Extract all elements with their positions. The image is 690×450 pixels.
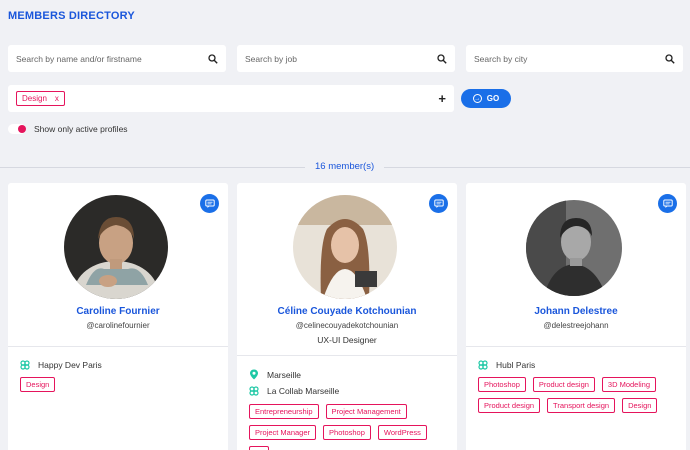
skill-tags: Entrepreneurship Project Management Proj… <box>249 404 449 450</box>
search-icon[interactable] <box>208 53 218 64</box>
community-name: Happy Dev Paris <box>38 360 102 370</box>
skill-tag[interactable]: Product design <box>532 377 595 392</box>
page-title: MEMBERS DIRECTORY <box>8 10 135 22</box>
community-row: La Collab Marseille <box>249 386 339 396</box>
active-profiles-toggle[interactable] <box>8 124 26 134</box>
name-search-input[interactable] <box>16 53 208 64</box>
city-search-input[interactable] <box>474 53 665 64</box>
skill-tag[interactable]: Design <box>20 377 56 392</box>
skill-tag[interactable]: 3D Modeling <box>601 377 657 392</box>
community-icon <box>20 360 30 370</box>
chat-icon <box>662 199 673 208</box>
community-icon <box>478 360 488 370</box>
member-card[interactable]: Caroline Fournier @carolinefournier Happ… <box>8 183 228 450</box>
add-filter-button[interactable]: + <box>438 91 446 106</box>
chat-icon <box>433 199 444 208</box>
skill-tag[interactable]: Photoshop <box>478 377 526 392</box>
member-name[interactable]: Caroline Fournier <box>8 306 228 317</box>
location-pin-icon <box>250 369 258 380</box>
member-handle: @celinecouyadekotchounian <box>295 321 399 330</box>
toggle-knob <box>18 125 26 133</box>
arrow-right-icon: → <box>472 94 482 103</box>
member-name[interactable]: Céline Couyade Kotchounian <box>237 306 457 317</box>
card-divider <box>8 346 228 347</box>
skill-tag[interactable]: Project Management <box>325 404 407 419</box>
tag-filter-box[interactable]: Design x + <box>8 85 454 112</box>
location-row: Marseille <box>249 369 301 380</box>
job-search-box[interactable] <box>237 45 455 72</box>
search-icon[interactable] <box>437 53 447 64</box>
chat-icon <box>204 199 215 208</box>
skill-tag[interactable]: Photoshop <box>323 425 371 440</box>
search-icon[interactable] <box>665 53 675 64</box>
avatar[interactable] <box>293 195 397 299</box>
chip-remove-button[interactable]: x <box>55 94 59 103</box>
location-name: Marseille <box>267 369 302 380</box>
member-handle: @carolinefournier <box>86 321 150 330</box>
go-button-label: GO <box>486 94 500 103</box>
member-card[interactable]: Johann Delestree @delestreejohann Hubl P… <box>466 183 686 450</box>
go-button[interactable]: → GO <box>461 89 511 108</box>
skill-tag[interactable]: Project Manager <box>249 425 317 440</box>
message-button[interactable] <box>658 194 677 213</box>
skill-tag[interactable]: Product design <box>478 398 541 413</box>
avatar[interactable] <box>64 195 168 299</box>
active-profiles-toggle-row[interactable]: Show only active profiles <box>8 124 128 134</box>
member-name[interactable]: Johann Delestree <box>466 306 686 317</box>
card-divider <box>466 346 686 347</box>
message-button[interactable] <box>429 194 448 213</box>
member-job: UX-UI Designer <box>317 335 377 345</box>
skill-tag[interactable]: Design <box>622 398 658 413</box>
community-row: Hubl Paris <box>478 360 535 370</box>
member-card[interactable]: Céline Couyade Kotchounian @celinecouyad… <box>237 183 457 450</box>
skill-tag[interactable]: Entrepreneurship <box>249 404 319 419</box>
community-icon <box>249 386 259 396</box>
message-button[interactable] <box>200 194 219 213</box>
community-name: La Collab Marseille <box>267 386 340 396</box>
name-search-box[interactable] <box>8 45 226 72</box>
member-count: 16 member(s) <box>305 161 385 172</box>
community-row: Happy Dev Paris <box>20 360 102 370</box>
filter-chip-label: Design <box>22 94 47 103</box>
city-search-box[interactable] <box>466 45 683 72</box>
skill-tag[interactable]: UI <box>249 446 269 450</box>
avatar[interactable] <box>526 200 622 296</box>
card-divider <box>237 355 457 356</box>
filter-chip[interactable]: Design x <box>16 91 65 106</box>
skill-tags: Design <box>20 377 220 392</box>
job-search-input[interactable] <box>245 53 437 64</box>
active-profiles-label: Show only active profiles <box>34 124 128 134</box>
skill-tag[interactable]: Transport design <box>547 398 616 413</box>
skill-tag[interactable]: WordPress <box>377 425 427 440</box>
community-name: Hubl Paris <box>496 360 536 370</box>
skill-tags: Photoshop Product design 3D Modeling Pro… <box>478 377 678 413</box>
member-handle: @delestreejohann <box>543 321 609 330</box>
